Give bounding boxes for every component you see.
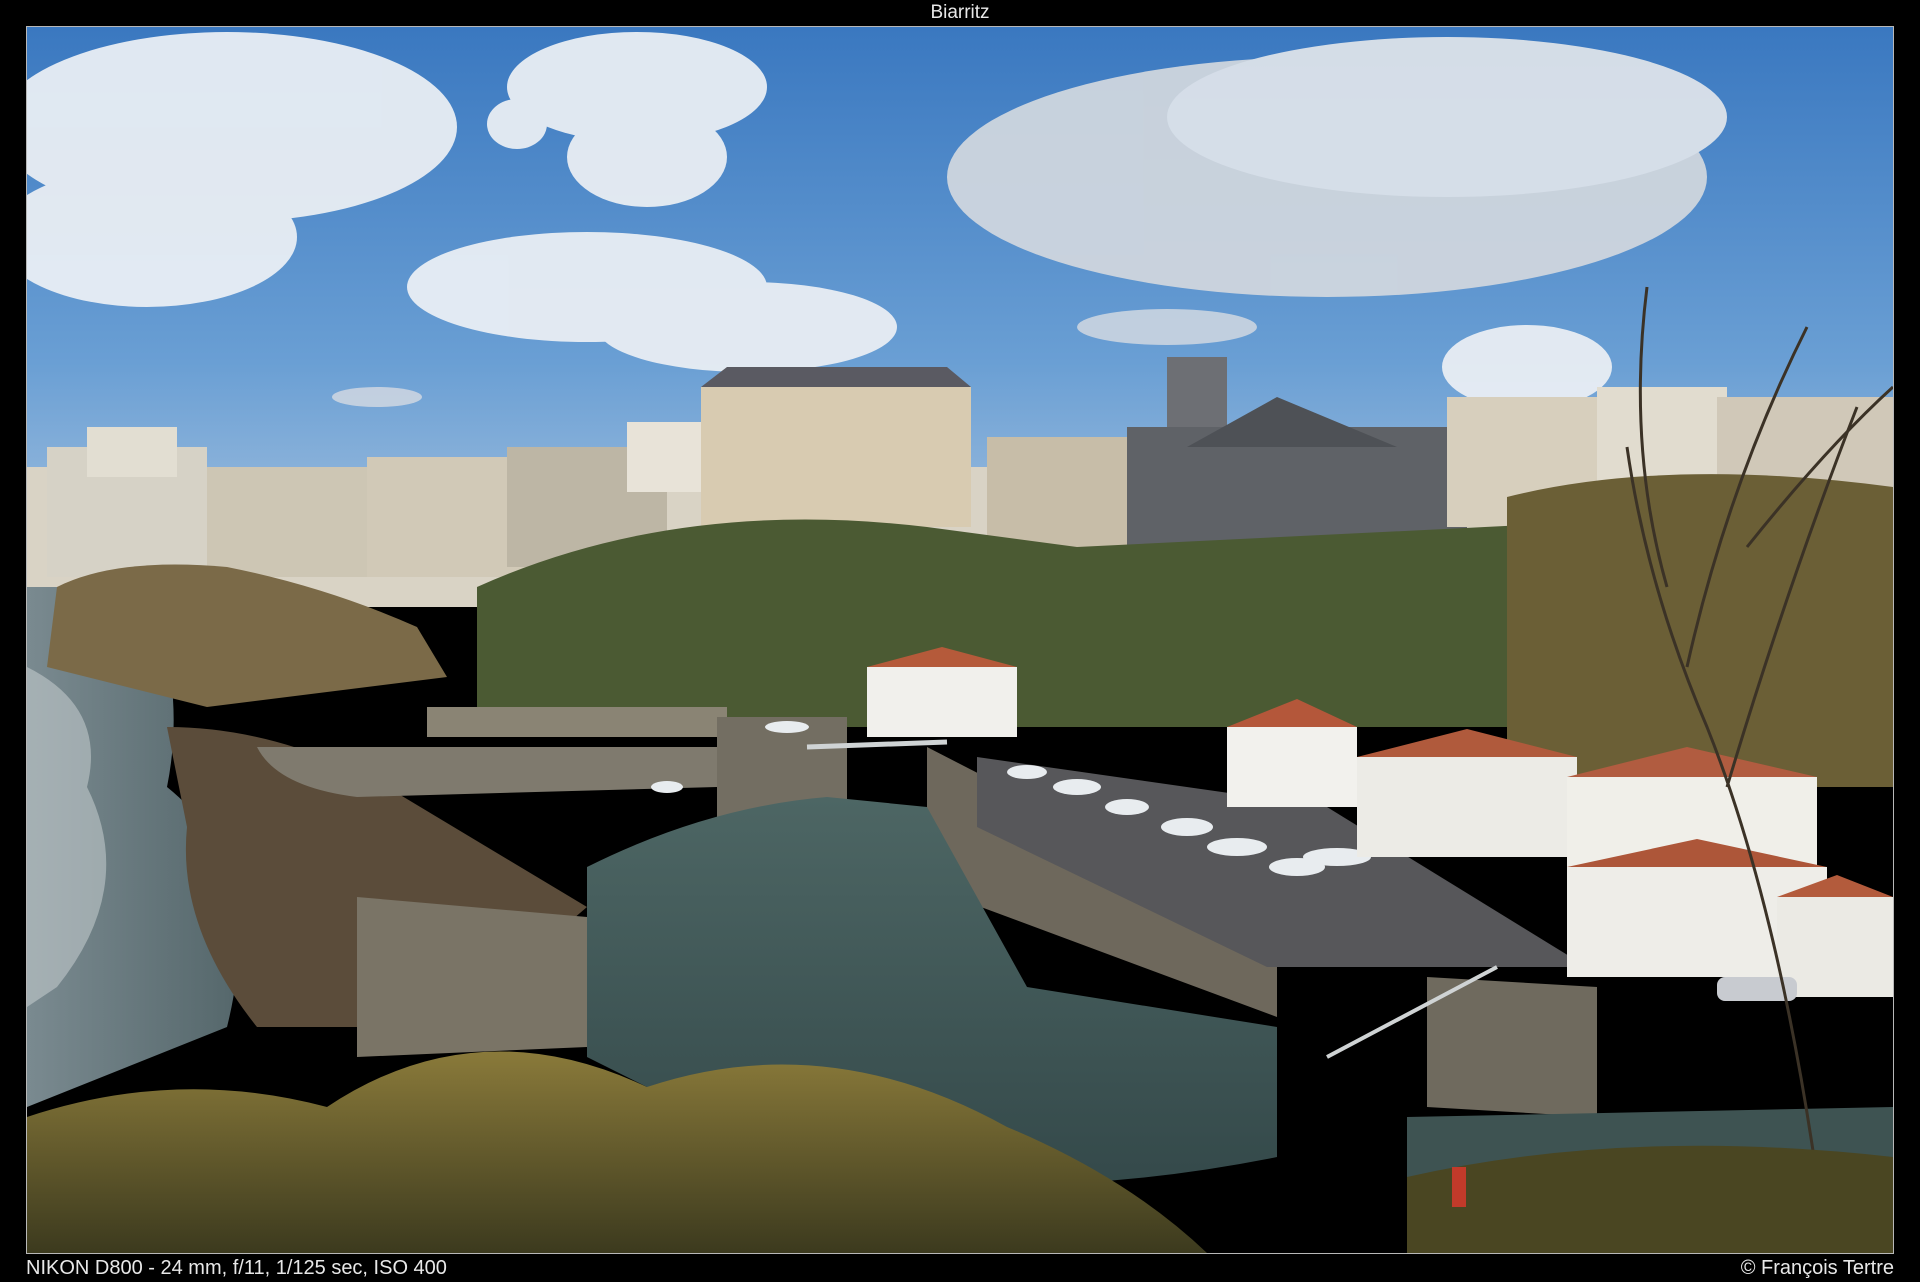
photo-credit: © François Tertre (1740, 1257, 1894, 1279)
exif-info: NIKON D800 - 24 mm, f/11, 1/125 sec, ISO… (26, 1257, 447, 1279)
harbour-photo (27, 27, 1893, 1253)
photo-frame (26, 26, 1894, 1254)
photo-viewer: Biarritz NIKON D800 - 24 mm, f/11, 1/125… (0, 0, 1920, 1282)
harbour-beacon (1452, 1167, 1466, 1207)
photo-footer: NIKON D800 - 24 mm, f/11, 1/125 sec, ISO… (0, 1254, 1920, 1282)
photo-title: Biarritz (930, 2, 990, 23)
